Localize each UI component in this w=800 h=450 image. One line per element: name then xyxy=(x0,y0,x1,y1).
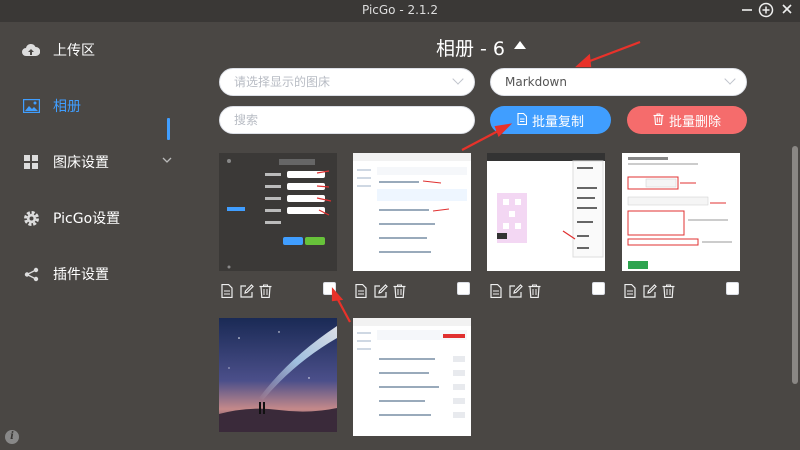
scrollbar[interactable] xyxy=(792,146,798,384)
sidebar-item-picbed-settings[interactable]: 图床设置 xyxy=(22,148,172,176)
sidebar: 上传区 相册 图床设置 PicGo设置 插件设置 xyxy=(0,22,180,450)
image-tools xyxy=(355,282,412,299)
sidebar-item-label: 上传区 xyxy=(53,43,95,59)
trash-icon[interactable] xyxy=(662,283,676,299)
chevron-down-icon xyxy=(452,73,464,85)
page-title: 相册 - 6 xyxy=(436,38,506,60)
document-icon xyxy=(517,112,528,128)
caret-up-icon[interactable] xyxy=(514,41,526,49)
copy-link-icon[interactable] xyxy=(490,283,504,299)
sidebar-item-upload[interactable]: 上传区 xyxy=(22,36,172,64)
search-placeholder: 搜索 xyxy=(234,113,259,127)
edit-icon[interactable] xyxy=(374,283,388,298)
active-indicator xyxy=(167,118,170,140)
title-bar: PicGo - 2.1.2 xyxy=(0,0,800,22)
gallery-thumbnail[interactable] xyxy=(219,318,337,436)
close-icon[interactable] xyxy=(778,2,796,20)
info-icon[interactable]: i xyxy=(5,430,19,444)
select-checkbox[interactable] xyxy=(457,282,470,295)
select-checkbox[interactable] xyxy=(323,282,336,295)
copy-link-icon[interactable] xyxy=(624,283,638,299)
copy-link-icon[interactable] xyxy=(355,283,369,299)
sidebar-item-label: 相册 xyxy=(53,99,81,115)
search-input[interactable]: 搜索 xyxy=(219,106,475,134)
edit-icon[interactable] xyxy=(509,283,523,298)
sidebar-item-gallery[interactable]: 相册 xyxy=(22,92,172,120)
select-checkbox[interactable] xyxy=(726,282,739,295)
sidebar-item-label: 图床设置 xyxy=(53,155,109,171)
trash-icon[interactable] xyxy=(528,283,542,299)
format-select[interactable]: Markdown xyxy=(490,68,747,96)
batch-delete-label: 批量删除 xyxy=(668,114,721,130)
chevron-down-icon xyxy=(724,73,736,85)
chevron-down-icon xyxy=(162,154,172,167)
gallery-thumbnail[interactable] xyxy=(487,153,605,271)
copy-link-icon[interactable] xyxy=(221,283,235,299)
maximize-icon[interactable] xyxy=(757,2,775,20)
image-tools xyxy=(624,282,681,299)
batch-delete-button[interactable]: 批量删除 xyxy=(627,106,747,134)
sidebar-item-picgo-settings[interactable]: PicGo设置 xyxy=(22,204,172,232)
gallery-thumbnail[interactable] xyxy=(353,318,471,436)
sidebar-item-plugin-settings[interactable]: 插件设置 xyxy=(22,260,172,288)
batch-copy-button[interactable]: 批量复制 xyxy=(490,106,611,134)
image-icon xyxy=(22,97,40,115)
window-title: PicGo - 2.1.2 xyxy=(361,3,439,17)
trash-icon[interactable] xyxy=(259,283,273,299)
image-tools xyxy=(490,282,547,299)
image-tools xyxy=(221,282,278,299)
cloud-upload-icon xyxy=(22,41,40,59)
edit-icon[interactable] xyxy=(240,283,254,298)
grid-icon xyxy=(22,153,40,171)
edit-icon[interactable] xyxy=(643,283,657,298)
gallery-thumbnail[interactable] xyxy=(622,153,740,271)
gear-icon xyxy=(22,209,40,227)
sidebar-item-label: PicGo设置 xyxy=(53,211,121,227)
batch-copy-label: 批量复制 xyxy=(531,114,584,130)
format-select-value: Markdown xyxy=(505,75,567,89)
trash-icon xyxy=(653,113,664,128)
picbed-select[interactable]: 请选择显示的图床 xyxy=(219,68,475,96)
trash-icon[interactable] xyxy=(393,283,407,299)
gallery-thumbnail[interactable] xyxy=(353,153,471,271)
minimize-icon[interactable] xyxy=(738,2,756,20)
select-checkbox[interactable] xyxy=(592,282,605,295)
share-icon xyxy=(22,265,40,283)
sidebar-item-label: 插件设置 xyxy=(53,267,109,283)
gallery-thumbnail[interactable] xyxy=(219,153,337,271)
picbed-select-placeholder: 请选择显示的图床 xyxy=(234,75,331,89)
